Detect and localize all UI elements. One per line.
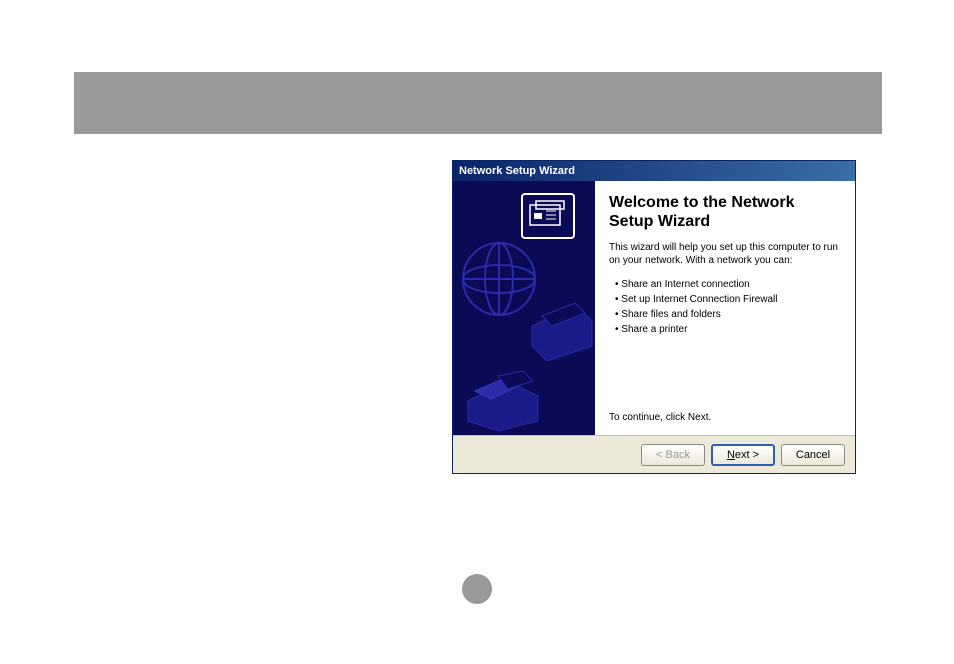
- page-number-dot: [462, 574, 492, 604]
- cancel-button[interactable]: Cancel: [781, 444, 845, 466]
- list-item: Share a printer: [615, 322, 841, 337]
- back-button-label: < Back: [656, 449, 690, 461]
- window-title: Network Setup Wizard: [459, 165, 575, 177]
- list-item: Set up Internet Connection Firewall: [615, 292, 841, 307]
- window-titlebar: Network Setup Wizard: [453, 161, 855, 181]
- page-header-band: [74, 72, 882, 134]
- wizard-window: Network Setup Wizard: [452, 160, 856, 474]
- back-button: < Back: [641, 444, 705, 466]
- wizard-heading: Welcome to the Network Setup Wizard: [609, 193, 841, 231]
- wizard-feature-list: Share an Internet connection Set up Inte…: [615, 277, 841, 337]
- wizard-right-panel: Welcome to the Network Setup Wizard This…: [595, 181, 855, 435]
- wizard-left-panel: [453, 181, 595, 435]
- wizard-button-row: < Back Next > Cancel: [453, 435, 855, 473]
- wizard-body: Welcome to the Network Setup Wizard This…: [453, 181, 855, 435]
- network-device-icon: [521, 193, 575, 239]
- fax-icon: [463, 371, 543, 431]
- list-item: Share files and folders: [615, 307, 841, 322]
- wizard-description: This wizard will help you set up this co…: [609, 241, 841, 267]
- next-button-label: ext >: [735, 449, 759, 461]
- next-button[interactable]: Next >: [711, 444, 775, 466]
- printer-icon: [527, 301, 595, 361]
- wizard-continue-text: To continue, click Next.: [609, 412, 841, 423]
- list-item: Share an Internet connection: [615, 277, 841, 292]
- cancel-button-label: Cancel: [796, 449, 830, 461]
